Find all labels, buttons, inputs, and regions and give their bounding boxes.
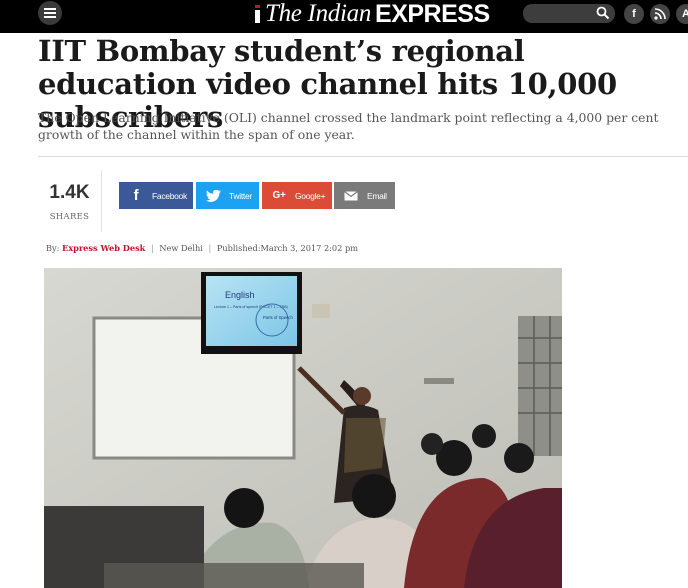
screen-subtitle: Lecture 1 – Parts of speech (PGCET 1 – S…	[214, 305, 288, 309]
facebook-icon[interactable]: f	[624, 4, 644, 24]
logo-suffix: EXPRESS	[375, 0, 490, 28]
facebook-icon: f	[133, 187, 139, 204]
google-plus-icon: G+	[272, 190, 286, 201]
email-share-button[interactable]: Email	[334, 182, 395, 209]
twitter-share-label: Twitter	[229, 190, 252, 201]
dateline-location: New Delhi	[159, 243, 203, 253]
search-icon[interactable]	[596, 6, 610, 20]
email-icon	[341, 190, 361, 201]
app-icon[interactable]: A	[676, 4, 688, 24]
site-logo[interactable]: The Indian EXPRESS	[254, 0, 490, 28]
logo-prefix: The Indian	[265, 0, 372, 27]
share-counter: 1.4K SHARES	[38, 170, 102, 232]
byline-by: By:	[46, 243, 60, 253]
divider	[38, 156, 688, 157]
logo-mark-icon	[254, 3, 261, 25]
facebook-share-button[interactable]: f Facebook	[119, 182, 193, 209]
twitter-icon	[203, 189, 223, 202]
facebook-share-label: Facebook	[152, 190, 187, 201]
classroom-photo: English Lecture 1 – Parts of speech (PGC…	[44, 268, 562, 588]
twitter-share-button[interactable]: Twitter	[196, 182, 259, 209]
share-count-label: SHARES	[49, 212, 90, 222]
screen-bubble: Parts of Speech	[263, 315, 293, 320]
author-link[interactable]: Express Web Desk	[62, 243, 145, 253]
article-byline: By: Express Web Desk | New Delhi | Publi…	[46, 243, 358, 253]
google-plus-share-label: Google+	[295, 190, 326, 201]
top-navigation-bar: The Indian EXPRESS f A	[0, 0, 688, 33]
screen-title: English	[225, 290, 255, 300]
rss-icon[interactable]	[650, 4, 670, 24]
hamburger-menu-icon[interactable]	[38, 1, 62, 25]
google-plus-share-button[interactable]: G+ Google+	[262, 182, 332, 209]
published-date: March 3, 2017 2:02 pm	[260, 243, 358, 253]
published-label: Published:	[216, 243, 261, 253]
article-synopsis: The Open Learning Initiative (OLI) chann…	[38, 110, 659, 142]
email-share-label: Email	[367, 190, 387, 201]
share-count: 1.4K	[49, 182, 90, 203]
article-lead-image: English Lecture 1 – Parts of speech (PGC…	[44, 268, 562, 588]
